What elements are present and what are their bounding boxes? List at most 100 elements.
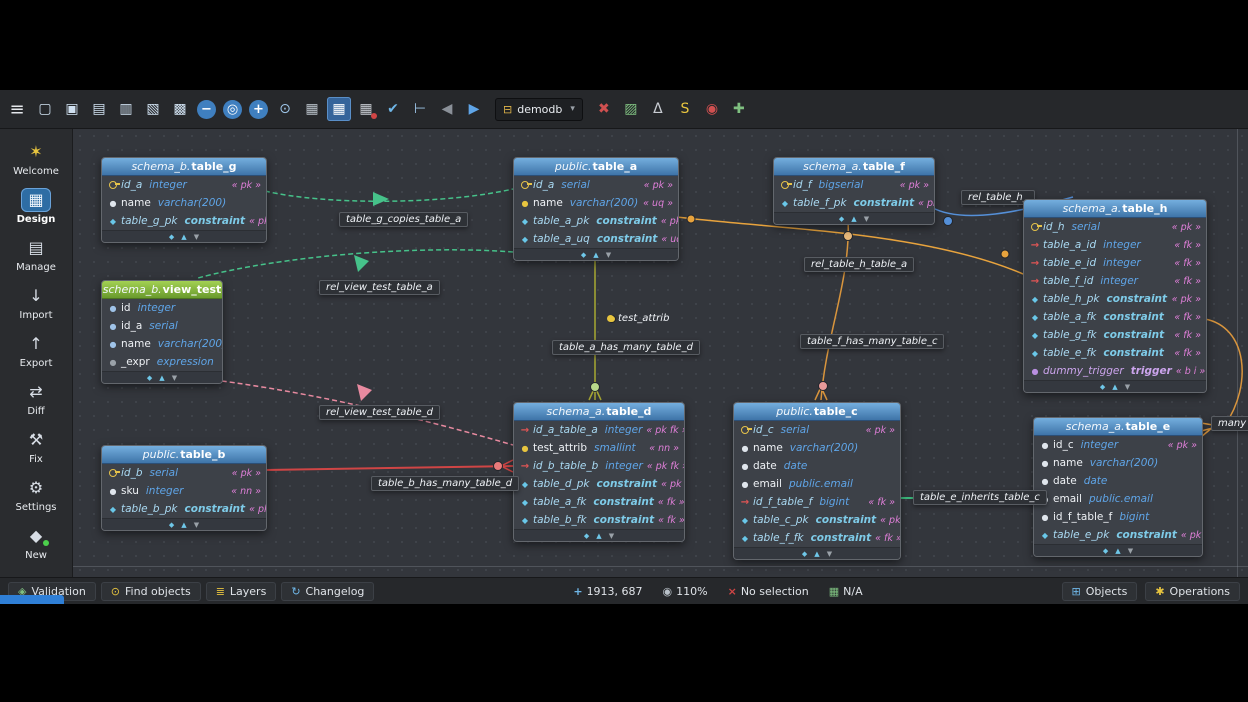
attribute-row[interactable]: id_cserial« pk »	[734, 421, 900, 439]
attribute-row[interactable]: ◆table_a_uqconstraint« uq »	[514, 230, 678, 248]
attribute-row[interactable]: ●datedate	[1034, 472, 1202, 490]
attribute-row[interactable]: ◆table_h_pkconstraint« pk »	[1024, 290, 1206, 308]
panel-tab-changelog[interactable]: ↻Changelog	[281, 582, 374, 601]
save-as-icon[interactable]: ▤	[87, 97, 111, 121]
attribute-row[interactable]: ●id_aserial	[102, 317, 222, 335]
expand-icon[interactable]: ▼	[827, 550, 832, 558]
attribute-row[interactable]: →table_e_idinteger« fk »	[1024, 254, 1206, 272]
print-icon[interactable]: ▩	[168, 97, 192, 121]
table-table_d[interactable]: schema_a.table_d→id_a_table_ainteger« pk…	[513, 402, 685, 542]
attribute-row[interactable]: ◆table_e_pkconstraint« pk »	[1034, 526, 1202, 544]
attribute-row[interactable]: ◆table_d_pkconstraint« pk »	[514, 475, 684, 493]
collapse-icon[interactable]: ▲	[596, 532, 601, 540]
expand-icon[interactable]: ▼	[609, 532, 614, 540]
sql-script-icon[interactable]: S	[673, 97, 697, 121]
attribute-row[interactable]: ●namevarchar(200)	[102, 194, 266, 212]
attribute-row[interactable]: ◆table_e_fkconstraint« fk »	[1024, 344, 1206, 362]
relationship-label[interactable]: table_b_has_many_table_d	[371, 476, 519, 491]
attribute-row[interactable]: ●dummy_triggertrigger« b i »	[1024, 362, 1206, 380]
grid-icon[interactable]: ▦	[300, 97, 324, 121]
close-model-icon[interactable]: ✖	[592, 97, 616, 121]
attribute-row[interactable]: ◆table_b_fkconstraint« fk »	[514, 511, 684, 529]
export-image-icon[interactable]: ▧	[141, 97, 165, 121]
attribute-row[interactable]: ◆table_a_fkconstraint« fk »	[1024, 308, 1206, 326]
attribute-row[interactable]: ◆table_a_fkconstraint« fk »	[514, 493, 684, 511]
extend-icon[interactable]: ◆	[169, 233, 174, 241]
expand-icon[interactable]: ▼	[172, 374, 177, 382]
extend-icon[interactable]: ◆	[1100, 383, 1105, 391]
panel-toggle-objects[interactable]: ⊞Objects	[1062, 582, 1138, 601]
collapse-icon[interactable]: ▲	[1112, 383, 1117, 391]
attribute-row[interactable]: ●emailpublic.email	[1034, 490, 1202, 508]
attribute-row[interactable]: ◆table_f_pkconstraint« pk »	[774, 194, 934, 212]
attribute-row[interactable]: ●emailpublic.email	[734, 475, 900, 493]
new-model-icon[interactable]: ▢	[33, 97, 57, 121]
sidebar-item-export[interactable]: ↑Export	[2, 326, 70, 374]
relationship-label[interactable]: table_f_has_many_table_c	[800, 334, 944, 349]
open-model-icon[interactable]: ▥	[114, 97, 138, 121]
sidebar-item-new[interactable]: ◆New	[2, 518, 70, 566]
table-table_e[interactable]: schema_a.table_e●id_cinteger« pk »●namev…	[1033, 417, 1203, 557]
attribute-row[interactable]: ●namevarchar(200)« uq »	[514, 194, 678, 212]
validate-icon[interactable]: ✔	[381, 97, 405, 121]
plugins-icon[interactable]: ✚	[727, 97, 751, 121]
relationship-label[interactable]: table_e_inherits_table_c	[913, 490, 1047, 505]
attribute-row[interactable]: ●namevarchar(200)	[734, 439, 900, 457]
diagram-canvas[interactable]: schema_b.table_gid_ainteger« pk »●nameva…	[73, 129, 1248, 577]
attribute-row[interactable]: ●_exprexpression	[102, 353, 222, 371]
table-table_g[interactable]: schema_b.table_gid_ainteger« pk »●nameva…	[101, 157, 267, 243]
sidebar-item-manage[interactable]: ▤Manage	[2, 230, 70, 278]
expand-icon[interactable]: ▼	[194, 521, 199, 529]
extend-icon[interactable]: ◆	[802, 550, 807, 558]
attribute-row[interactable]: ●test_attribsmallint« nn »	[514, 439, 684, 457]
relationship-label[interactable]: rel_view_test_table_a	[319, 280, 440, 295]
attribute-row[interactable]: →id_a_table_ainteger« pk fk »	[514, 421, 684, 439]
sidebar-item-import[interactable]: ↓Import	[2, 278, 70, 326]
view-view_test[interactable]: schema_b.view_test●idinteger●id_aserial●…	[101, 280, 223, 384]
fix-model-icon[interactable]: ▨	[619, 97, 643, 121]
extend-icon[interactable]: ◆	[1103, 547, 1108, 555]
attribute-row[interactable]: ●skuinteger« nn »	[102, 482, 266, 500]
collapse-icon[interactable]: ▲	[1115, 547, 1120, 555]
attribute-row[interactable]: ●id_f_table_fbigint	[1034, 508, 1202, 526]
expand-icon[interactable]: ▼	[194, 233, 199, 241]
attribute-row[interactable]: ◆table_g_pkconstraint« pk »	[102, 212, 266, 230]
extend-icon[interactable]: ◆	[584, 532, 589, 540]
attribute-row[interactable]: →table_f_idinteger« fk »	[1024, 272, 1206, 290]
attribute-row[interactable]: id_fbigserial« pk »	[774, 176, 934, 194]
prev-icon[interactable]: ◀	[435, 97, 459, 121]
attribute-row[interactable]: ●namevarchar(200)	[1034, 454, 1202, 472]
attribute-row[interactable]: ◆table_a_pkconstraint« pk »	[514, 212, 678, 230]
panel-toggle-operations[interactable]: ✱Operations	[1145, 582, 1240, 601]
collapse-icon[interactable]: ▲	[814, 550, 819, 558]
attribute-row[interactable]: →id_f_table_fbigint« fk »	[734, 493, 900, 511]
attribute-row[interactable]: ◆table_f_fkconstraint« fk »	[734, 529, 900, 547]
sidebar-item-settings[interactable]: ⚙Settings	[2, 470, 70, 518]
attribute-row[interactable]: ●namevarchar(200)	[102, 335, 222, 353]
relationship-label[interactable]: table_a_has_many_table_d	[552, 340, 700, 355]
sidebar-item-fix[interactable]: ⚒Fix	[2, 422, 70, 470]
table-table_h[interactable]: schema_a.table_hid_hserial« pk »→table_a…	[1023, 199, 1207, 393]
collapse-icon[interactable]: ▲	[181, 233, 186, 241]
relationship-label[interactable]: rel_table_h_table_a	[804, 257, 914, 272]
table-table_f[interactable]: schema_a.table_fid_fbigserial« pk »◆tabl…	[773, 157, 935, 225]
attribute-row[interactable]: ◆table_c_pkconstraint« pk »	[734, 511, 900, 529]
database-selector[interactable]: ⊟ demodb ▾	[495, 98, 583, 121]
attribute-row[interactable]: id_ainteger« pk »	[102, 176, 266, 194]
expand-icon[interactable]: ▼	[606, 251, 611, 259]
panel-tab-layers[interactable]: ≣Layers	[206, 582, 277, 601]
relationship-label[interactable]: test_attrib	[605, 312, 671, 325]
expand-icon[interactable]: ▼	[1125, 383, 1130, 391]
attribute-row[interactable]: ◆table_g_fkconstraint« fk »	[1024, 326, 1206, 344]
extend-icon[interactable]: ◆	[839, 215, 844, 223]
table-table_a[interactable]: public.table_aid_aserial« pk »●namevarch…	[513, 157, 679, 261]
magnifier-icon[interactable]: ⊙	[273, 97, 297, 121]
snap-grid-icon[interactable]: ▦	[327, 97, 351, 121]
zoom-out-icon[interactable]: −	[197, 100, 216, 119]
attribute-row[interactable]: id_hserial« pk »	[1024, 218, 1206, 236]
relationship-line[interactable]	[265, 466, 513, 470]
flask-icon[interactable]: Δ	[646, 97, 670, 121]
attribute-row[interactable]: id_bserial« pk »	[102, 464, 266, 482]
collapse-icon[interactable]: ▲	[159, 374, 164, 382]
relationship-label[interactable]: many	[1211, 416, 1248, 431]
